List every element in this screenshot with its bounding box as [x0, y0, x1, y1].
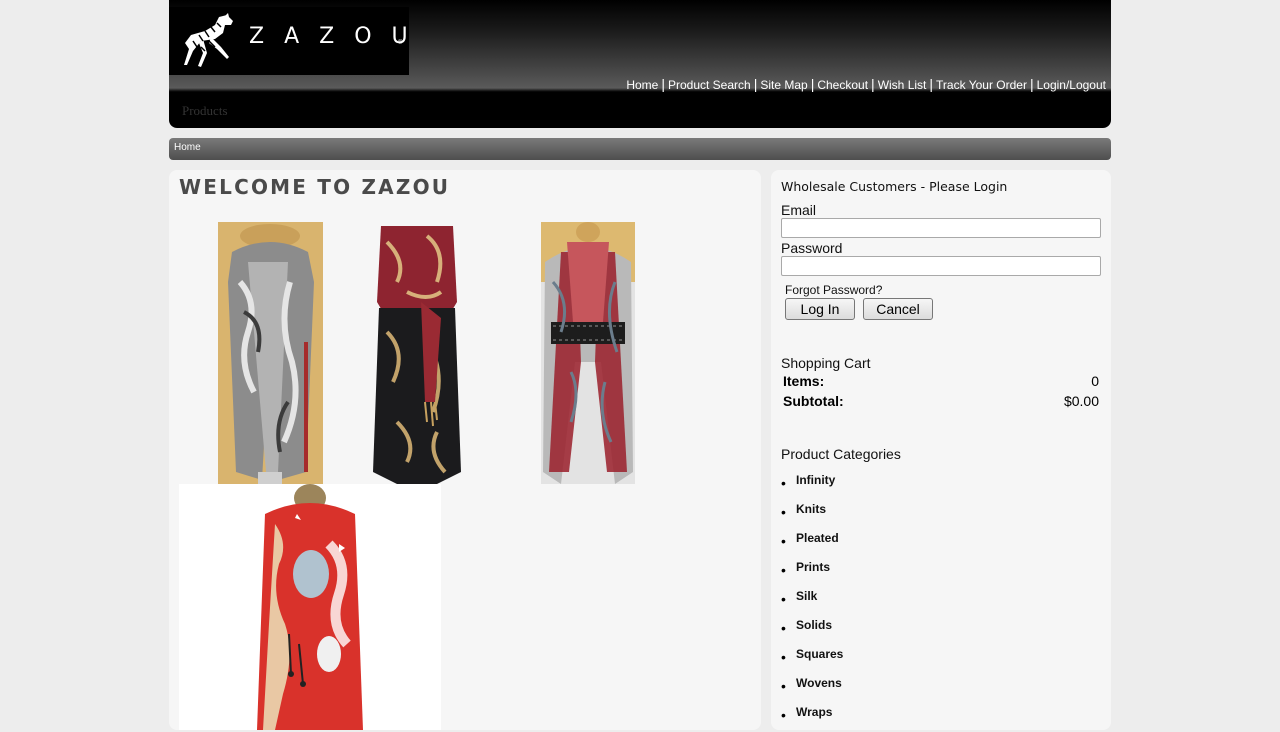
cart-items-label: Items:	[783, 373, 825, 389]
nav-product-search-link[interactable]: Product Search	[668, 78, 751, 92]
category-knits-link[interactable]: Knits	[796, 502, 826, 516]
nav-home-link[interactable]: Home	[626, 78, 658, 92]
nav-separator: |	[929, 76, 934, 92]
nav-site-map-link[interactable]: Site Map	[760, 78, 807, 92]
breadcrumb: Home	[169, 138, 1111, 160]
breadcrumb-home-link[interactable]: Home	[174, 142, 201, 153]
nav-separator: |	[661, 76, 665, 92]
category-infinity-link[interactable]: Infinity	[796, 473, 835, 487]
bullet-icon: •	[781, 707, 786, 723]
cart-subtotal-value: $0.00	[1063, 393, 1099, 409]
forgot-password-link[interactable]: Forgot Password?	[785, 283, 882, 297]
site-header: ZAZOU ® Home | Product Search | Site Map | Che…	[169, 0, 1111, 128]
nav-separator: |	[871, 76, 875, 92]
red-black-scarf-image	[367, 222, 467, 484]
zebra-logo-icon	[184, 13, 233, 67]
sidebar: Wholesale Customers - Please Login Email…	[771, 170, 1111, 730]
registered-mark: ®	[398, 40, 403, 46]
password-field[interactable]	[781, 256, 1101, 276]
bullet-icon: •	[781, 649, 786, 665]
log-in-button[interactable]: Log In	[785, 298, 855, 320]
cart-items-value: 0	[1091, 373, 1099, 389]
nav-track-order-link[interactable]: Track Your Order	[936, 78, 1027, 92]
bullet-icon: •	[781, 504, 786, 520]
bullet-icon: •	[781, 591, 786, 607]
bullet-icon: •	[781, 475, 786, 491]
gray-scarf-image	[218, 222, 323, 484]
login-title: Wholesale Customers - Please Login	[781, 179, 1008, 194]
site-logo[interactable]: ZAZOU ®	[169, 7, 409, 75]
nav-wish-list-link[interactable]: Wish List	[878, 78, 927, 92]
bullet-icon: •	[781, 678, 786, 694]
category-prints-link[interactable]: Prints	[796, 560, 830, 574]
bullet-icon: •	[781, 533, 786, 549]
products-menu-tab[interactable]: Products	[182, 103, 228, 119]
shopping-cart-title: Shopping Cart	[781, 355, 871, 371]
category-wovens-link[interactable]: Wovens	[796, 676, 842, 690]
category-pleated-link[interactable]: Pleated	[796, 531, 839, 545]
category-wraps-link[interactable]: Wraps	[796, 705, 832, 719]
password-label: Password	[781, 240, 843, 256]
cart-subtotal-row: Subtotal: $0.00	[783, 393, 1099, 409]
product-image-red-black-scarf[interactable]	[367, 222, 467, 484]
main-content: WELCOME TO ZAZOU	[169, 170, 761, 730]
category-squares-link[interactable]: Squares	[796, 647, 843, 661]
category-silk-link[interactable]: Silk	[796, 589, 817, 603]
product-image-gray-scarf[interactable]	[218, 222, 323, 484]
nav-separator: |	[753, 76, 758, 92]
cart-subtotal-label: Subtotal:	[783, 393, 844, 409]
bullet-icon: •	[781, 562, 786, 578]
category-solids-link[interactable]: Solids	[796, 618, 832, 632]
cart-items-row: Items: 0	[783, 373, 1099, 389]
top-navigation: Home | Product Search | Site Map | Checkout | Wi…	[626, 76, 1106, 92]
red-print-scarf-image	[179, 484, 441, 730]
page-title: WELCOME TO ZAZOU	[179, 175, 451, 199]
product-categories-title: Product Categories	[781, 446, 901, 462]
belted-wrap-image	[541, 222, 635, 484]
bullet-icon: •	[781, 620, 786, 636]
email-label: Email	[781, 202, 817, 218]
nav-separator: |	[1029, 76, 1034, 92]
email-field[interactable]	[781, 218, 1101, 238]
cancel-button[interactable]: Cancel	[863, 298, 933, 320]
product-image-red-print-scarf[interactable]	[179, 484, 441, 730]
nav-login-logout-link[interactable]: Login/Logout	[1037, 78, 1106, 92]
nav-separator: |	[810, 76, 815, 92]
product-image-belted-wrap[interactable]	[541, 222, 635, 484]
nav-checkout-link[interactable]: Checkout	[817, 78, 868, 92]
